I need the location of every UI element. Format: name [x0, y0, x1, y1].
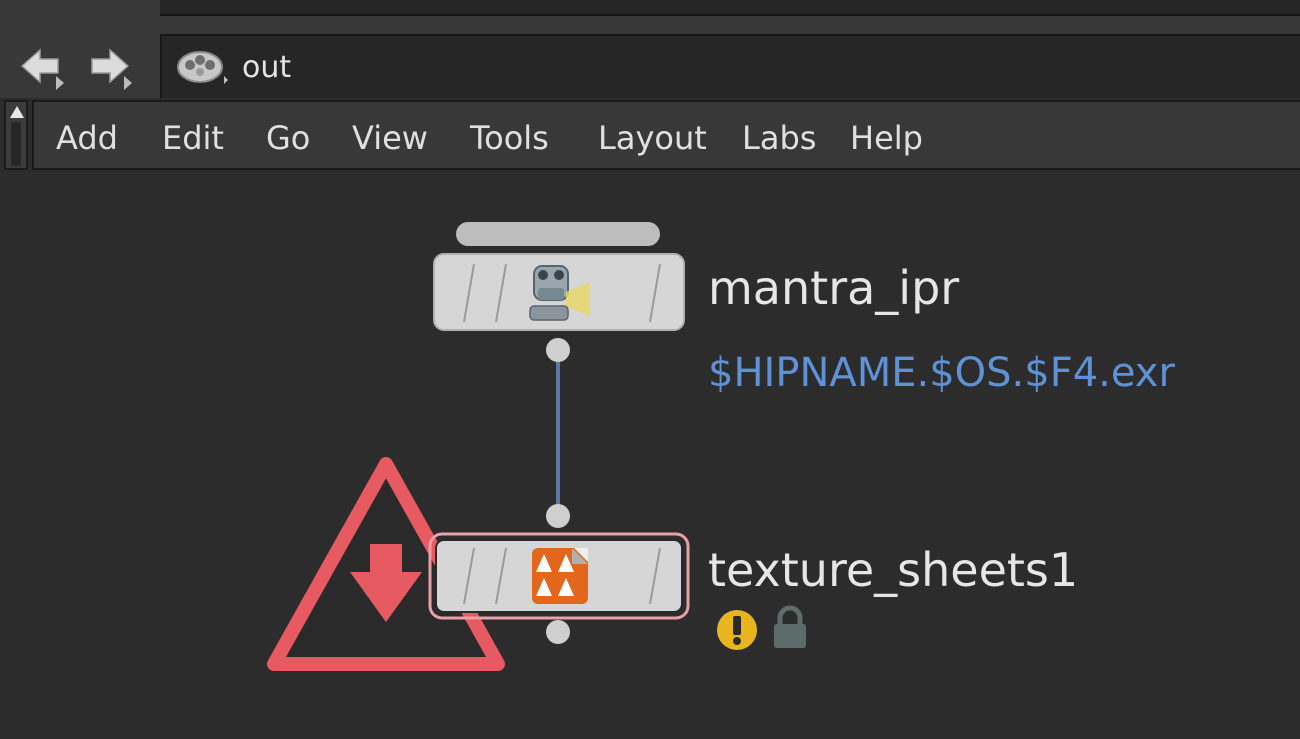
node-name-mantra-ipr[interactable]: mantra_ipr	[708, 262, 959, 314]
network-graph	[267, 222, 806, 671]
forward-arrow-icon	[91, 48, 132, 90]
node-mantra-ipr[interactable]	[433, 222, 685, 362]
menu-edit[interactable]: Edit	[162, 120, 224, 156]
forward-button[interactable]	[88, 46, 134, 92]
collapse-arrow-icon	[10, 106, 24, 118]
network-path-text: out	[242, 50, 292, 85]
network-editor: out Add Edit Go View Tools Layout Labs H…	[0, 0, 1300, 739]
top-strip	[160, 0, 1300, 16]
network-canvas[interactable]: mantra_ipr $HIPNAME.$OS.$F4.exr texture_…	[0, 174, 1300, 739]
menu-tools[interactable]: Tools	[470, 120, 549, 156]
navigation-toolbar: out	[0, 16, 1300, 100]
collapse-bar	[11, 122, 21, 166]
top-strip-left	[0, 0, 160, 16]
toolbar-collapse-handle[interactable]	[4, 100, 28, 170]
menu-layout[interactable]: Layout	[598, 120, 707, 156]
back-button[interactable]	[20, 46, 66, 92]
node-output-path: $HIPNAME.$OS.$F4.exr	[708, 350, 1175, 396]
warning-icon[interactable]	[717, 610, 757, 650]
menu-go[interactable]: Go	[266, 120, 310, 156]
node-name-texture-sheets1[interactable]: texture_sheets1	[708, 544, 1078, 596]
menu-view[interactable]: View	[352, 120, 428, 156]
back-arrow-icon	[20, 48, 64, 90]
lock-icon[interactable]	[774, 605, 806, 648]
menu-strip: Add Edit Go View Tools Layout Labs Help	[32, 100, 1300, 170]
rop-network-icon	[177, 51, 228, 84]
menu-bar: Add Edit Go View Tools Layout Labs Help	[0, 98, 1300, 174]
menu-labs[interactable]: Labs	[742, 120, 816, 156]
node-bypass-bar[interactable]	[456, 222, 660, 246]
network-path-field[interactable]: out	[160, 34, 1300, 100]
menu-help[interactable]: Help	[850, 120, 923, 156]
menu-add[interactable]: Add	[56, 120, 118, 156]
texture-sheets-icon	[532, 548, 588, 604]
